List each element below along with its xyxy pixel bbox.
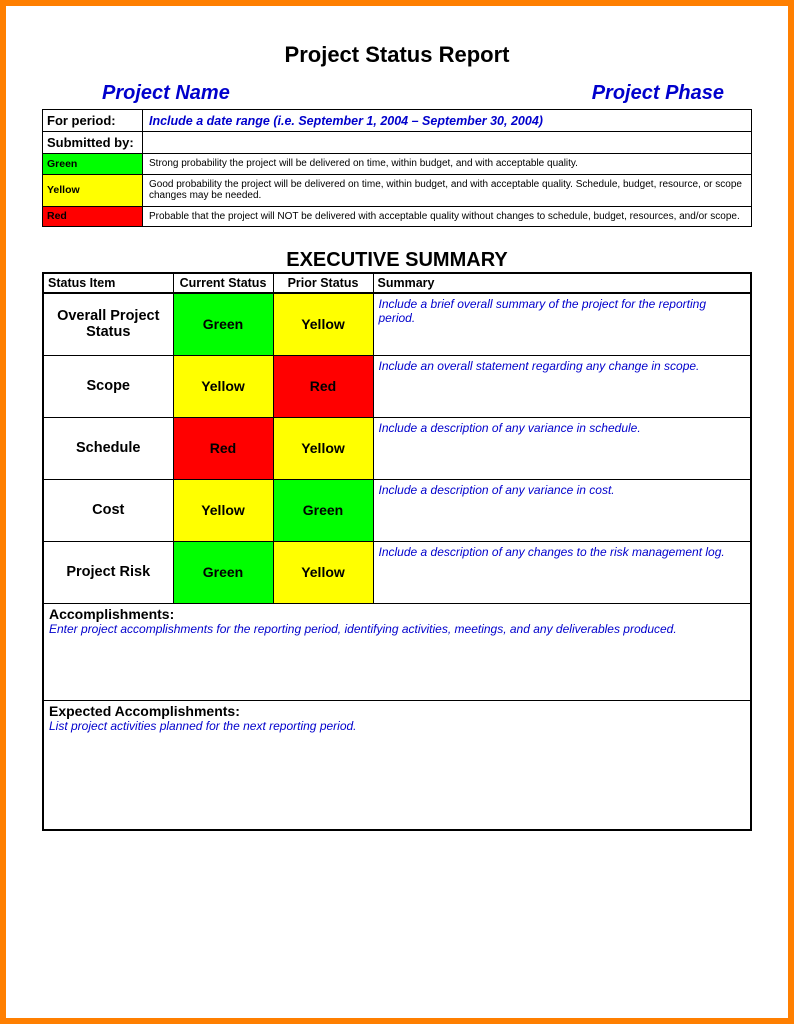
row-overall-summary: Include a brief overall summary of the p… (373, 293, 751, 355)
document-frame: Project Status Report Project Name Proje… (0, 0, 794, 1024)
executive-summary-table: Status Item Current Status Prior Status … (42, 272, 752, 831)
legend-yellow-label: Yellow (43, 174, 143, 206)
row-risk-label: Project Risk (43, 541, 173, 603)
accomplishments-row: Accomplishments: Enter project accomplis… (43, 603, 751, 700)
legend-row-green: Green Strong probability the project wil… (43, 154, 752, 175)
expected-text: List project activities planned for the … (44, 719, 750, 737)
row-scope-prior: Red (273, 355, 373, 417)
row-overall-current: Green (173, 293, 273, 355)
col-prior-status: Prior Status (273, 273, 373, 293)
header-labels-row: Project Name Project Phase (42, 82, 752, 105)
executive-summary-title: EXECUTIVE SUMMARY (42, 249, 752, 272)
for-period-row: For period: Include a date range (i.e. S… (43, 110, 752, 132)
col-current-status: Current Status (173, 273, 273, 293)
project-name-label: Project Name (102, 82, 230, 105)
row-scope: Scope Yellow Red Include an overall stat… (43, 355, 751, 417)
row-risk: Project Risk Green Yellow Include a desc… (43, 541, 751, 603)
row-scope-summary: Include an overall statement regarding a… (373, 355, 751, 417)
row-schedule-label: Schedule (43, 417, 173, 479)
legend-green-label: Green (43, 154, 143, 175)
project-phase-label: Project Phase (592, 82, 724, 105)
for-period-label: For period: (43, 110, 143, 132)
row-scope-current: Yellow (173, 355, 273, 417)
legend-red-desc: Probable that the project will NOT be de… (143, 206, 752, 227)
row-schedule-prior: Yellow (273, 417, 373, 479)
row-overall-label: Overall Project Status (43, 293, 173, 355)
row-schedule-current: Red (173, 417, 273, 479)
row-cost-summary: Include a description of any variance in… (373, 479, 751, 541)
row-scope-label: Scope (43, 355, 173, 417)
submitted-by-value (143, 132, 752, 154)
row-cost-label: Cost (43, 479, 173, 541)
col-status-item: Status Item (43, 273, 173, 293)
legend-row-yellow: Yellow Good probability the project will… (43, 174, 752, 206)
legend-green-desc: Strong probability the project will be d… (143, 154, 752, 175)
submitted-by-row: Submitted by: (43, 132, 752, 154)
page-title: Project Status Report (42, 42, 752, 68)
expected-label: Expected Accomplishments: (44, 701, 750, 719)
row-risk-current: Green (173, 541, 273, 603)
legend-red-label: Red (43, 206, 143, 227)
submitted-by-label: Submitted by: (43, 132, 143, 154)
col-summary: Summary (373, 273, 751, 293)
row-schedule-summary: Include a description of any variance in… (373, 417, 751, 479)
row-cost-prior: Green (273, 479, 373, 541)
row-risk-summary: Include a description of any changes to … (373, 541, 751, 603)
for-period-value: Include a date range (i.e. September 1, … (143, 110, 752, 132)
legend-row-red: Red Probable that the project will NOT b… (43, 206, 752, 227)
meta-table: For period: Include a date range (i.e. S… (42, 109, 752, 227)
exec-header-row: Status Item Current Status Prior Status … (43, 273, 751, 293)
accomplishments-text: Enter project accomplishments for the re… (44, 622, 750, 640)
row-cost-current: Yellow (173, 479, 273, 541)
row-overall-prior: Yellow (273, 293, 373, 355)
legend-yellow-desc: Good probability the project will be del… (143, 174, 752, 206)
expected-accomplishments-row: Expected Accomplishments: List project a… (43, 700, 751, 830)
row-risk-prior: Yellow (273, 541, 373, 603)
row-schedule: Schedule Red Yellow Include a descriptio… (43, 417, 751, 479)
row-cost: Cost Yellow Green Include a description … (43, 479, 751, 541)
row-overall: Overall Project Status Green Yellow Incl… (43, 293, 751, 355)
accomplishments-label: Accomplishments: (44, 604, 750, 622)
